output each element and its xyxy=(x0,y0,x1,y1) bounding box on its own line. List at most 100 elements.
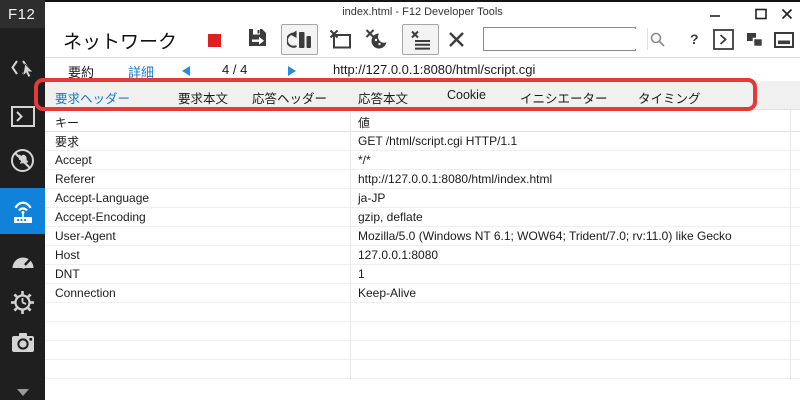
table-row[interactable]: Accept-Language ja-JP xyxy=(45,189,800,208)
minimize-button[interactable] xyxy=(706,6,724,21)
detail-tab-bar: 要求ヘッダー 要求本文 応答ヘッダー 応答本文 Cookie イニシエーター タ… xyxy=(45,81,800,110)
header-value: Keep-Alive xyxy=(358,286,417,300)
main-area: index.html - F12 Developer Tools ネットワーク xyxy=(45,0,800,400)
sidebar-item-emulation[interactable] xyxy=(0,322,45,362)
window-title: index.html - F12 Developer Tools xyxy=(342,6,503,18)
header-key: Accept-Language xyxy=(55,191,150,205)
header-key: 要求 xyxy=(55,134,80,149)
header-key: Accept xyxy=(55,153,92,167)
column-divider xyxy=(790,110,791,380)
refresh-from-server-toggle[interactable] xyxy=(281,24,318,55)
maximize-icon xyxy=(755,8,767,19)
close-button[interactable] xyxy=(778,6,796,21)
maximize-button[interactable] xyxy=(752,6,770,21)
panel-title: ネットワーク xyxy=(63,32,178,53)
tab-initiator[interactable]: イニシエーター xyxy=(520,88,608,107)
layered-windows-icon xyxy=(747,33,764,48)
sidebar-item-profiler[interactable] xyxy=(0,282,45,322)
summary-view-button[interactable]: 要約 xyxy=(68,62,94,81)
tab-response-body[interactable]: 応答本文 xyxy=(358,88,408,107)
header-value: */* xyxy=(358,153,371,167)
f12-logo: F12 xyxy=(0,0,45,28)
console-icon xyxy=(10,105,35,127)
export-har-button[interactable] xyxy=(247,27,268,48)
prev-request-button[interactable] xyxy=(182,66,190,76)
table-row-empty xyxy=(45,341,800,360)
header-value: 127.0.0.1:8080 xyxy=(358,248,439,262)
header-key: Referer xyxy=(55,172,96,186)
header-key: Accept-Encoding xyxy=(55,210,146,224)
clear-cookies-button[interactable] xyxy=(365,28,389,50)
table-row[interactable]: Connection Keep-Alive xyxy=(45,284,800,303)
search-button[interactable] xyxy=(647,28,666,50)
search-input[interactable] xyxy=(484,29,647,49)
table-row[interactable]: DNT 1 xyxy=(45,265,800,284)
gear-clock-icon xyxy=(10,290,35,315)
close-icon xyxy=(781,8,793,19)
table-row-empty xyxy=(45,360,800,379)
clear-entries-toggle[interactable] xyxy=(402,24,439,55)
save-icon xyxy=(249,29,266,46)
header-value: 1 xyxy=(358,267,365,281)
chevron-down-icon xyxy=(16,388,29,396)
header-value: gzip, deflate xyxy=(358,210,423,224)
camera-icon xyxy=(11,332,35,353)
clear-x-icon xyxy=(449,32,464,47)
sidebar-item-console[interactable] xyxy=(0,96,45,136)
tab-request-body[interactable]: 要求本文 xyxy=(178,88,228,107)
header-value: Mozilla/5.0 (Windows NT 6.1; WOW64; Trid… xyxy=(358,229,732,243)
title-bar: index.html - F12 Developer Tools xyxy=(45,0,800,22)
details-view-button[interactable]: 詳細 xyxy=(128,62,154,81)
console-popup-icon xyxy=(713,29,734,50)
tab-cookies[interactable]: Cookie xyxy=(447,88,486,102)
sidebar-item-dom-explorer[interactable] xyxy=(0,48,45,88)
debugger-icon xyxy=(10,148,35,173)
value-column-header: 値 xyxy=(358,116,371,130)
tab-response-headers[interactable]: 応答ヘッダー xyxy=(252,88,327,107)
sidebar-more-button[interactable] xyxy=(0,372,45,400)
table-row[interactable]: User-Agent Mozilla/5.0 (Windows NT 6.1; … xyxy=(45,227,800,246)
request-url: http://127.0.0.1:8080/html/script.cgi xyxy=(333,62,536,77)
search-box xyxy=(483,27,665,51)
header-key: Connection xyxy=(55,286,116,300)
search-icon xyxy=(650,32,665,47)
tab-request-headers[interactable]: 要求ヘッダー xyxy=(55,88,130,107)
table-row[interactable]: Accept-Encoding gzip, deflate xyxy=(45,208,800,227)
clear-session-button[interactable] xyxy=(448,31,465,48)
gauge-icon xyxy=(10,250,36,270)
window-x-icon xyxy=(329,29,351,49)
console-popup-button[interactable] xyxy=(713,29,734,50)
table-row[interactable]: 要求 GET /html/script.cgi HTTP/1.1 xyxy=(45,132,800,151)
stop-capture-button[interactable] xyxy=(208,34,221,47)
network-toolbar: ネットワーク ? xyxy=(45,22,800,57)
header-value: ja-JP xyxy=(358,191,386,205)
sidebar-item-network[interactable] xyxy=(0,188,45,234)
table-row-empty xyxy=(45,322,800,341)
key-column-header: キー xyxy=(55,116,80,130)
request-nav-row: 要約 詳細 4 / 4 http://127.0.0.1:8080/html/s… xyxy=(45,57,800,81)
table-row[interactable]: Accept */* xyxy=(45,151,800,170)
dock-button[interactable] xyxy=(774,32,794,48)
header-key: DNT xyxy=(55,267,80,281)
next-request-button[interactable] xyxy=(288,66,296,76)
headers-table: 要求 GET /html/script.cgi HTTP/1.1 Accept … xyxy=(45,132,800,379)
table-header-row: キー 値 xyxy=(45,110,800,132)
cookie-x-icon xyxy=(365,29,387,49)
tab-timing[interactable]: タイミング xyxy=(638,88,701,107)
header-key: User-Agent xyxy=(55,229,116,243)
request-counter: 4 / 4 xyxy=(222,62,248,77)
network-icon xyxy=(10,199,36,224)
sidebar-item-debugger[interactable] xyxy=(0,140,45,180)
list-x-icon xyxy=(411,30,430,50)
unpin-button[interactable] xyxy=(745,31,765,49)
table-row[interactable]: Referer http://127.0.0.1:8080/html/index… xyxy=(45,170,800,189)
header-value: GET /html/script.cgi HTTP/1.1 xyxy=(358,134,518,148)
table-row[interactable]: Host 127.0.0.1:8080 xyxy=(45,246,800,265)
dock-bottom-icon xyxy=(774,32,794,48)
header-key: Host xyxy=(55,248,80,262)
minimize-icon xyxy=(710,14,720,17)
header-value: http://127.0.0.1:8080/html/index.html xyxy=(358,172,553,186)
sidebar-item-performance[interactable] xyxy=(0,240,45,280)
help-button[interactable]: ? xyxy=(690,31,699,47)
clear-on-navigate-button[interactable] xyxy=(329,29,351,49)
